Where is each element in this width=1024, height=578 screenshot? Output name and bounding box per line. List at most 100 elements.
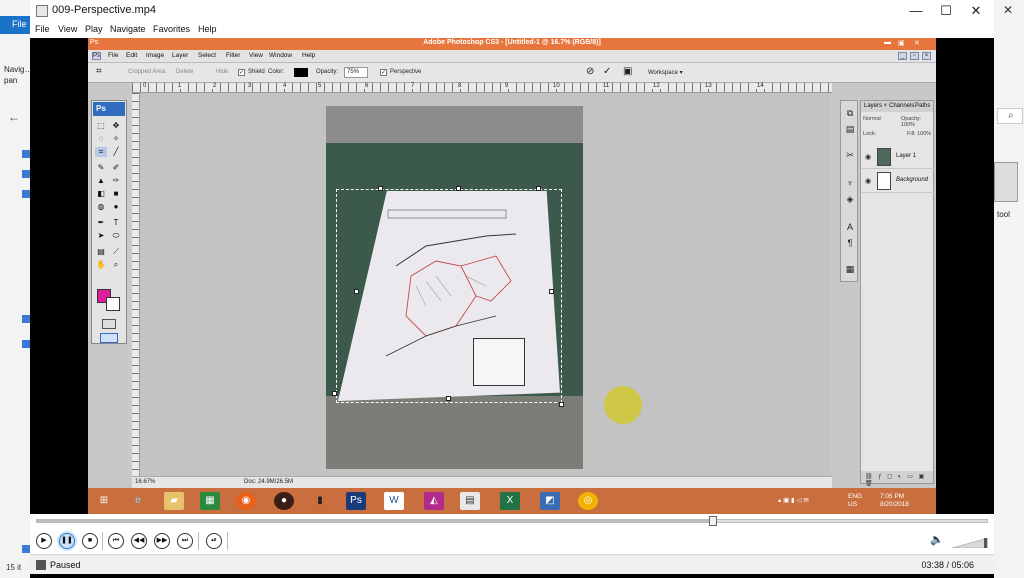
option-shield: Shield bbox=[248, 69, 265, 75]
visibility-eye-icon: ◉ bbox=[865, 178, 872, 185]
horizontal-ruler: 0 1 2 3 4 5 6 7 8 9 10 11 12 13 14 bbox=[132, 83, 832, 93]
option-hide: Hide bbox=[216, 69, 229, 75]
menu-view[interactable]: View bbox=[58, 24, 77, 34]
move-tool-icon: ✥ bbox=[112, 121, 120, 130]
option-perspective: Perspective bbox=[390, 69, 422, 75]
swatches-icon: ♆ bbox=[846, 178, 854, 188]
navigation-pane-label[interactable]: Navig… pan bbox=[4, 64, 32, 86]
search-icon: ⌕ bbox=[1008, 110, 1014, 121]
photo-wall bbox=[326, 106, 583, 143]
ruler-mark: 14 bbox=[756, 83, 765, 89]
blur-tool-icon: ◍ bbox=[97, 202, 105, 211]
menu-favorites[interactable]: Favorites bbox=[153, 24, 190, 34]
shape-tool-icon: ⬭ bbox=[112, 231, 120, 240]
document-image bbox=[326, 106, 583, 469]
visibility-eye-icon: ◉ bbox=[865, 154, 872, 161]
background-explorer-right: ✕ ⌕ tool bbox=[993, 0, 1024, 578]
screen-mode-icon bbox=[100, 333, 118, 343]
minimize-button[interactable]: — bbox=[902, 2, 930, 20]
language-code: ENG bbox=[848, 493, 863, 500]
seek-thumb[interactable] bbox=[709, 516, 718, 526]
perspective-checkbox: ✓ bbox=[380, 69, 387, 76]
search-box[interactable]: ⌕ bbox=[997, 108, 1023, 124]
explorer-file-tab[interactable]: File bbox=[0, 16, 32, 34]
notepad-icon: ▤ bbox=[460, 492, 480, 510]
ps-close-icon: ✕ bbox=[914, 40, 920, 47]
history-brush-icon: ✑ bbox=[112, 176, 120, 185]
styles-icon: ◈ bbox=[846, 194, 854, 204]
seek-track[interactable] bbox=[36, 519, 988, 523]
document-size: Doc: 24.9M/26.5M bbox=[244, 479, 294, 485]
menu-file[interactable]: File bbox=[35, 24, 50, 34]
rewind-button[interactable]: ◀◀ bbox=[131, 533, 147, 549]
tab-channels: Channels bbox=[889, 103, 915, 109]
photoshop-title: Adobe Photoshop CS3 - [Untitled-1 @ 16.7… bbox=[423, 39, 601, 46]
ruler-mark: 11 bbox=[602, 83, 611, 89]
previous-button[interactable]: ⏮ bbox=[108, 533, 124, 549]
marquee-tool-icon: ⬚ bbox=[97, 121, 105, 130]
crop-handle bbox=[446, 396, 451, 401]
play-button[interactable]: ▶ bbox=[36, 533, 52, 549]
menu-help[interactable]: Help bbox=[198, 24, 217, 34]
layer-row: ◉ Layer 1 bbox=[862, 145, 934, 169]
ps-minimize-icon: ▬ bbox=[884, 39, 891, 46]
tray-icons: ▴ ▣ ▮ ◁ ✉ bbox=[778, 497, 809, 504]
frame-step-button[interactable]: ⏯ bbox=[206, 533, 222, 549]
title-bar: 009-Perspective.mp4 — ☐ ✕ bbox=[30, 0, 994, 22]
seek-bar[interactable] bbox=[30, 514, 994, 528]
volume-slider[interactable] bbox=[952, 538, 988, 548]
ps-doc-restore-icon: ▫ bbox=[910, 52, 919, 60]
close-icon[interactable]: ✕ bbox=[1003, 3, 1013, 17]
menu-bar: File View Play Navigate Favorites Help bbox=[30, 22, 994, 38]
crop-marquee bbox=[336, 189, 562, 403]
separator bbox=[227, 532, 228, 550]
photoshop-toolbox: Ps ⬚ ✥ ◌ ✧ ⌗ ╱ ✎ ✐ ▲ ✑ ◧ ■ ◍ ● ✒ T ➤ ⬭ ▤ bbox=[91, 100, 127, 344]
slice-tool-icon: ╱ bbox=[113, 147, 119, 156]
file-thumbnail[interactable] bbox=[994, 162, 1018, 202]
ps-menu-layer: Layer bbox=[172, 52, 189, 59]
file-label: tool bbox=[997, 210, 1010, 219]
magic-wand-icon: ✧ bbox=[112, 134, 120, 143]
ps-toolbox-logo: Ps bbox=[93, 102, 125, 116]
screen: File Navig… pan ← 15 it ✕ ⌕ tool 009-Per… bbox=[0, 0, 1024, 578]
notes-tool-icon: ▤ bbox=[97, 247, 105, 256]
speaker-icon[interactable]: 🔈 bbox=[930, 533, 944, 546]
next-button[interactable]: ⏭ bbox=[177, 533, 193, 549]
photos-icon: ◩ bbox=[540, 492, 560, 510]
menu-play[interactable]: Play bbox=[85, 24, 103, 34]
photoshop-menu-bar: Ps File Edit Image Layer Select Filter V… bbox=[88, 50, 936, 63]
menu-navigate[interactable]: Navigate bbox=[110, 24, 146, 34]
info-icon: ▦ bbox=[845, 264, 855, 274]
character-icon: A bbox=[846, 222, 853, 232]
commit-icon: ✓ bbox=[603, 66, 612, 77]
pen-tool-icon: ✒ bbox=[97, 218, 105, 227]
close-button[interactable]: ✕ bbox=[962, 2, 990, 20]
layer-name: Background bbox=[896, 177, 929, 183]
status-icon bbox=[36, 560, 46, 570]
stop-button[interactable]: ■ bbox=[82, 533, 98, 549]
ps-menu-filter: Filter bbox=[226, 52, 241, 59]
hand-tool-icon: ✋ bbox=[96, 260, 106, 269]
brush-tool-icon: ✐ bbox=[112, 163, 120, 172]
gradient-tool-icon: ■ bbox=[113, 189, 119, 198]
paragraph-icon: ¶ bbox=[847, 238, 853, 248]
history-icon: ▤ bbox=[845, 124, 855, 134]
ruler-mark: 6 bbox=[364, 83, 370, 89]
forward-button[interactable]: ▶▶ bbox=[154, 533, 170, 549]
lasso-tool-icon: ◌ bbox=[98, 134, 104, 143]
video-frame[interactable]: Adobe Photoshop CS3 - [Untitled-1 @ 16.7… bbox=[88, 38, 936, 514]
ruler-mark: 13 bbox=[704, 83, 713, 89]
photoshop-panel-icons: ⧉ ▤ ✂ ♆ ◈ A ¶ ▦ bbox=[840, 100, 858, 282]
maximize-button[interactable]: ☐ bbox=[932, 2, 960, 20]
back-arrow-icon[interactable]: ← bbox=[8, 110, 20, 124]
opacity-field: 75% bbox=[344, 67, 368, 78]
pause-button[interactable]: ❚❚ bbox=[59, 533, 75, 549]
photoshop-title-bar: Adobe Photoshop CS3 - [Untitled-1 @ 16.7… bbox=[88, 38, 936, 50]
ps-menu-edit: Edit bbox=[126, 52, 138, 59]
clock-time: 7:05 PM bbox=[880, 493, 905, 500]
media-player-window: 009-Perspective.mp4 — ☐ ✕ File View Play… bbox=[30, 0, 994, 578]
ps-menu-help: Help bbox=[302, 52, 316, 59]
ruler-mark: 12 bbox=[652, 83, 661, 89]
cancel-icon: ⊘ bbox=[586, 66, 595, 77]
player-status-bar: Paused 03:38 / 05:06 bbox=[30, 554, 994, 574]
